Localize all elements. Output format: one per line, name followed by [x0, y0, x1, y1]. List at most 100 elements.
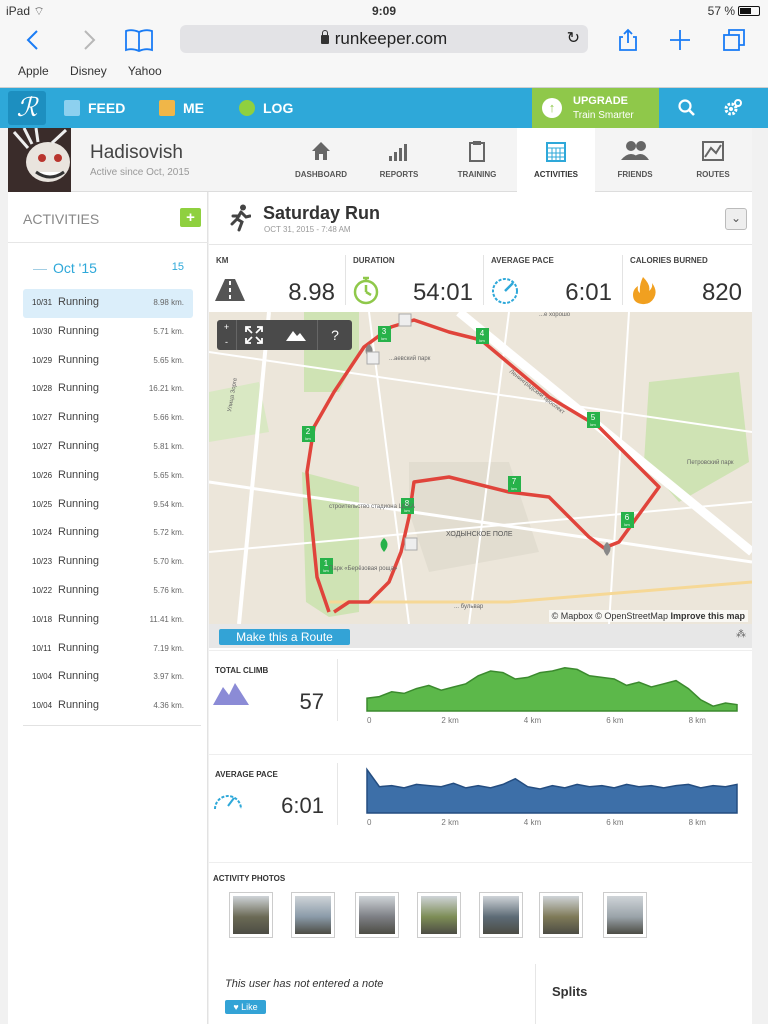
upgrade-button[interactable]: ↑ UPGRADE Train Smarter: [532, 88, 659, 128]
activity-type: Running: [58, 468, 99, 481]
tab-training[interactable]: TRAINING: [438, 128, 516, 192]
share-icon[interactable]: [616, 28, 640, 52]
map-controls: + - ?: [217, 320, 352, 350]
list-item[interactable]: 10/29 Running 5.65 km.: [23, 347, 193, 376]
x-tick-label: 6 km: [606, 716, 624, 725]
map-canvas: 1km 2km 3km 4km 5km 6km 7km 8km ...аевск…: [209, 312, 752, 624]
app-header: ℛ FEED ME LOG ↑ UPGRADE Train Smarter: [0, 88, 768, 128]
improve-map-link[interactable]: Improve this map: [670, 611, 745, 621]
gear-icon[interactable]: [723, 98, 743, 118]
zoom-in-button[interactable]: +: [217, 320, 237, 335]
svg-text:km: km: [590, 422, 596, 427]
new-tab-icon[interactable]: [668, 28, 692, 52]
list-item[interactable]: 10/27 Running 5.66 km.: [23, 404, 193, 433]
tab-friends[interactable]: FRIENDS: [596, 128, 674, 192]
me-icon: [159, 100, 175, 116]
nav-log[interactable]: LOG: [239, 88, 293, 128]
list-item[interactable]: 10/04 Running 3.97 km.: [23, 663, 193, 692]
activity-type: Running: [58, 699, 99, 712]
activity-photo[interactable]: [603, 892, 647, 938]
stat-duration-value: 54:01: [412, 279, 473, 306]
bookmark-disney[interactable]: Disney: [70, 64, 107, 78]
list-item[interactable]: 10/26 Running 5.65 km.: [23, 462, 193, 491]
bookmark-apple[interactable]: Apple: [18, 64, 49, 78]
pace-chart[interactable]: 0 2 km 4 km 6 km 8 km: [359, 761, 739, 833]
tab-dashboard-label: DASHBOARD: [295, 170, 347, 179]
total-climb-label: TOTAL CLIMB: [215, 666, 269, 675]
activity-photo[interactable]: [479, 892, 523, 938]
activity-photo[interactable]: [291, 892, 335, 938]
chevron-down-icon[interactable]: ⌄: [725, 208, 747, 230]
add-activity-button[interactable]: +: [180, 208, 201, 227]
list-item[interactable]: 10/04 Running 4.36 km.: [23, 692, 193, 721]
activity-photo[interactable]: [539, 892, 583, 938]
avatar[interactable]: [8, 128, 71, 192]
chart-area: [366, 667, 738, 712]
photo-marker-icon[interactable]: [404, 537, 418, 551]
total-climb-section: TOTAL CLIMB 57 0 2 km 4 km 6 km 8 km: [209, 650, 752, 754]
list-item[interactable]: 10/24 Running 5.72 km.: [23, 519, 193, 548]
x-tick-label: 4 km: [524, 818, 542, 827]
activity-distance: 5.70 km.: [153, 557, 184, 567]
month-group[interactable]: — Oct '15 15: [8, 242, 208, 288]
bookmark-yahoo[interactable]: Yahoo: [128, 64, 162, 78]
activity-date: 10/25: [32, 499, 53, 509]
photo-marker-icon[interactable]: [366, 351, 380, 365]
activity-distance: 7.19 km.: [153, 643, 184, 653]
search-icon[interactable]: [678, 99, 696, 117]
km-marker-5: 5km: [587, 412, 600, 428]
favorites-bar: Apple Disney Yahoo: [18, 64, 180, 78]
x-tick-label: 2 km: [441, 818, 459, 827]
bookmarks-icon[interactable]: [124, 28, 154, 52]
photo-marker-icon[interactable]: [398, 313, 412, 327]
tab-training-label: TRAINING: [457, 170, 497, 179]
activity-type: Running: [58, 583, 99, 596]
profile-name[interactable]: Hadisovish: [90, 142, 183, 164]
back-icon[interactable]: [22, 28, 46, 52]
month-label: — Oct '15: [33, 260, 97, 276]
list-item[interactable]: 10/23 Running 5.70 km.: [23, 548, 193, 577]
tab-dashboard[interactable]: DASHBOARD: [282, 128, 360, 192]
list-item[interactable]: 10/22 Running 5.76 km.: [23, 577, 193, 606]
list-item[interactable]: 10/18 Running 11.41 km.: [23, 606, 193, 635]
nav-me-label: ME: [183, 100, 204, 116]
bar-chart-icon: [389, 144, 407, 161]
list-item[interactable]: 10/30 Running 5.71 km.: [23, 318, 193, 347]
tab-friends-label: FRIENDS: [617, 170, 653, 179]
forward-icon[interactable]: [76, 28, 100, 52]
tab-activities[interactable]: ACTIVITIES: [517, 128, 595, 192]
nav-feed[interactable]: FEED: [64, 88, 125, 128]
paw-icon[interactable]: ⁂: [736, 629, 746, 640]
reload-icon[interactable]: ↻: [567, 25, 580, 53]
list-item[interactable]: 10/27 Running 5.81 km.: [23, 433, 193, 462]
activity-photo[interactable]: [355, 892, 399, 938]
svg-text:km: km: [305, 436, 311, 441]
route-map[interactable]: 1 km 2 km 3 km 4 km 5 km 6 km 7 km 8 km ...аевск…: [209, 312, 752, 624]
address-bar[interactable]: runkeeper.com ↻: [180, 25, 588, 53]
tabs-icon[interactable]: [722, 28, 746, 52]
stat-pace: AVERAGE PACE 6:01: [484, 245, 622, 313]
list-item[interactable]: 10/31 Running 8.98 km.: [23, 289, 193, 318]
activity-detail: Saturday Run OCT 31, 2015 - 7:48 AM ⌄ KM…: [209, 192, 752, 1024]
zoom-out-button[interactable]: -: [217, 335, 237, 350]
activity-distance: 4.36 km.: [153, 701, 184, 711]
tab-reports[interactable]: REPORTS: [360, 128, 438, 192]
km-marker-4: 4km: [476, 328, 489, 344]
list-item[interactable]: 10/11 Running 7.19 km.: [23, 635, 193, 664]
make-route-button[interactable]: Make this a Route: [219, 629, 350, 645]
activity-photo[interactable]: [229, 892, 273, 938]
runkeeper-logo[interactable]: ℛ: [8, 91, 46, 125]
activity-type: Running: [58, 670, 99, 683]
clock: 9:09: [371, 4, 397, 18]
activity-photo[interactable]: [417, 892, 461, 938]
tab-routes[interactable]: ROUTES: [674, 128, 752, 192]
like-button[interactable]: ♥ Like: [225, 1000, 266, 1014]
terrain-icon[interactable]: [286, 328, 306, 342]
help-button[interactable]: ?: [317, 320, 352, 350]
elevation-chart[interactable]: 0 2 km 4 km 6 km 8 km: [359, 659, 739, 731]
fullscreen-icon[interactable]: [245, 326, 263, 344]
nav-me[interactable]: ME: [159, 88, 204, 128]
list-item[interactable]: 10/28 Running 16.21 km.: [23, 375, 193, 404]
stat-duration-label: DURATION: [353, 256, 395, 265]
list-item[interactable]: 10/25 Running 9.54 km.: [23, 491, 193, 520]
